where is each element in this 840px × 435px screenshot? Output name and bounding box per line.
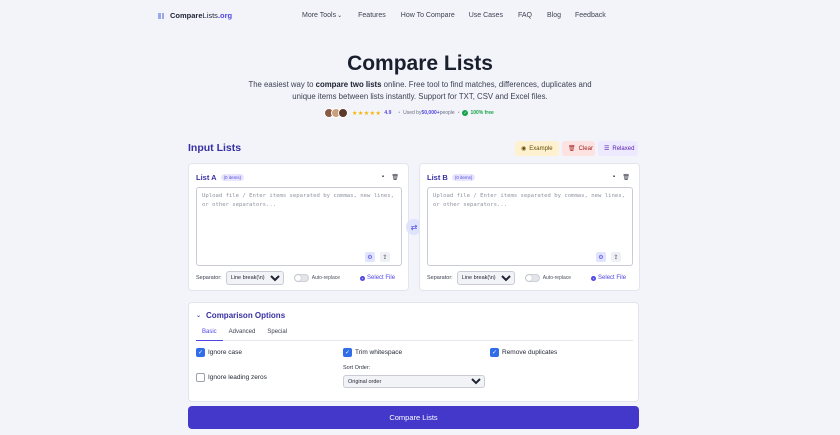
nav-faq[interactable]: FAQ [518, 12, 532, 19]
settings-icon[interactable]: ⚙ [596, 252, 606, 262]
hero-sub-bold: compare two lists [315, 80, 382, 89]
options-tabs: Basic Advanced Special [196, 327, 633, 341]
remove-duplicates-label: Remove duplicates [502, 349, 558, 356]
separator-dot: • [457, 110, 460, 116]
main-nav: More Tools⌄ Features How To Compare Use … [302, 12, 606, 19]
plus-circle-icon: + [360, 275, 366, 281]
delete-list-icon[interactable]: 🗑 [622, 174, 630, 181]
trash-icon: 🗑 [568, 146, 576, 152]
separator-select[interactable]: Line break(\n) [456, 271, 515, 285]
nav-features[interactable]: Features [358, 12, 386, 19]
clear-list-icon[interactable]: ▪ [382, 174, 384, 180]
checkbox-checked-icon: ✓ [490, 348, 499, 357]
tab-basic[interactable]: Basic [196, 327, 223, 341]
list-b-count-badge: (0 items) [451, 174, 476, 181]
list-b-title: List B [427, 173, 448, 182]
ignore-case-checkbox[interactable]: ✓ Ignore case [196, 348, 242, 357]
select-file-button[interactable]: + Select File [360, 275, 395, 281]
auto-replace-toggle[interactable] [293, 274, 309, 282]
sort-order-select[interactable]: Original order [343, 375, 485, 388]
used-by-label: Used by [403, 110, 422, 116]
separator-label: Separator: [427, 275, 453, 281]
list-a-count-badge: (0 items) [220, 174, 245, 181]
auto-replace-toggle[interactable] [524, 274, 540, 282]
trim-whitespace-label: Trim whitespace [355, 349, 403, 356]
rating-value: 4.9 [384, 110, 392, 116]
select-file-button[interactable]: + Select File [591, 275, 626, 281]
page-title: Compare Lists [347, 52, 493, 75]
logo-text-org: .org [217, 11, 233, 20]
tab-advanced[interactable]: Advanced [223, 327, 262, 341]
check-circle-icon: ✓ [462, 110, 469, 116]
upload-icon[interactable]: ⇪ [611, 252, 621, 262]
list-b-header: List B (0 items) [427, 173, 476, 182]
ignore-leading-zeros-label: Ignore leading zeros [208, 374, 267, 381]
separator-select[interactable]: Line break(\n) [225, 271, 284, 285]
nav-more-tools-label: More Tools [302, 12, 337, 19]
chevron-down-icon: ⌄ [337, 13, 343, 19]
header: Compare Lists .org More Tools⌄ Features Ho… [0, 0, 840, 32]
layout-icon: ☰ [604, 146, 610, 152]
clear-label: Clear [578, 145, 593, 152]
nav-blog[interactable]: Blog [547, 12, 561, 19]
checkbox-checked-icon: ✓ [343, 348, 352, 357]
hero-subtitle: The easiest way to compare two lists onl… [240, 79, 600, 103]
delete-list-icon[interactable]: 🗑 [391, 174, 399, 181]
people-label: people [439, 110, 455, 116]
list-a-header: List A (0 items) [196, 173, 245, 182]
logo-text-lists: Lists [202, 11, 218, 20]
nav-more-tools[interactable]: More Tools⌄ [302, 12, 342, 19]
example-button[interactable]: ◉ Example [515, 141, 559, 156]
upload-icon[interactable]: ⇪ [380, 252, 390, 262]
logo[interactable]: Compare Lists .org [158, 11, 232, 20]
logo-text-compare: Compare [170, 11, 203, 20]
sort-order-label: Sort Order: [343, 365, 371, 371]
clear-button[interactable]: 🗑 Clear [562, 141, 595, 156]
checkbox-checked-icon: ✓ [196, 348, 205, 357]
chevron-down-icon: ⌄ [196, 313, 202, 319]
select-file-label: Select File [598, 275, 627, 281]
list-a-card: List A(0 items) ▪ 🗑 ⚙ ⇪ Separator: Line … [188, 163, 409, 291]
separator-dot: • [398, 110, 401, 116]
hero-sub-part1: The easiest way to [248, 80, 316, 89]
settings-icon[interactable]: ⚙ [365, 252, 375, 262]
checkbox-unchecked-icon [196, 373, 205, 382]
input-lists-title: Input Lists [188, 142, 242, 154]
plus-circle-icon: + [591, 275, 597, 281]
relaxed-button[interactable]: ☰ Relaxed [598, 141, 638, 156]
auto-replace-label: Auto-replace [542, 275, 572, 281]
list-a-title: List A [196, 173, 217, 182]
avatar-group [324, 108, 348, 118]
example-label: Example [529, 145, 553, 152]
comparison-options-title: Comparison Options [206, 311, 286, 320]
user-count: 50,000+ [421, 110, 440, 116]
eye-icon: ◉ [521, 146, 527, 152]
nav-how-to-compare[interactable]: How To Compare [401, 12, 455, 19]
separator-label: Separator: [196, 275, 222, 281]
select-file-label: Select File [367, 275, 396, 281]
clear-list-icon[interactable]: ▪ [613, 174, 615, 180]
list-b-card: List B(0 items) ▪ 🗑 ⚙ ⇪ Separator: Line … [419, 163, 640, 291]
relaxed-label: Relaxed [612, 145, 635, 152]
list-b-footer: Separator: Line break(\n) Auto-replace +… [427, 271, 637, 285]
comparison-options-header[interactable]: ⌄ Comparison Options [196, 311, 285, 320]
social-proof: ★★★★★ 4.9 • Used by 50,000+ people • ✓ 10… [324, 108, 494, 118]
auto-replace-label: Auto-replace [311, 275, 341, 281]
star-rating-icon: ★★★★★ [352, 110, 382, 117]
avatar [338, 108, 348, 118]
tab-special[interactable]: Special [261, 327, 293, 341]
free-label: 100% free [470, 110, 494, 116]
list-a-footer: Separator: Line break(\n) Auto-replace +… [196, 271, 406, 285]
comparison-options-panel: ⌄ Comparison Options Basic Advanced Speci… [188, 302, 639, 402]
remove-duplicates-checkbox[interactable]: ✓ Remove duplicates [490, 348, 557, 357]
ignore-leading-zeros-checkbox[interactable]: Ignore leading zeros [196, 373, 267, 382]
ignore-case-label: Ignore case [208, 349, 242, 356]
compare-lists-button[interactable]: Compare Lists [188, 406, 639, 429]
trim-whitespace-checkbox[interactable]: ✓ Trim whitespace [343, 348, 402, 357]
logo-icon [158, 12, 164, 19]
nav-use-cases[interactable]: Use Cases [469, 12, 503, 19]
nav-feedback[interactable]: Feedback [575, 12, 606, 19]
